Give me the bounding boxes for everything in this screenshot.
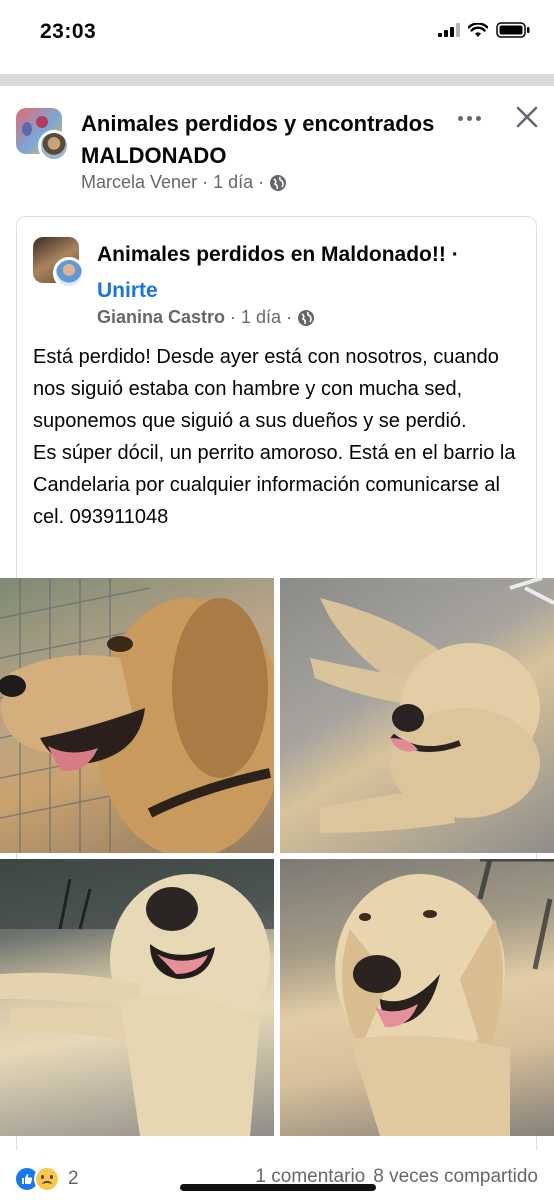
more-button[interactable]	[452, 108, 486, 128]
meta-separator: ·	[230, 307, 237, 327]
join-group-link[interactable]: Unirte	[97, 279, 158, 302]
reactions-summary[interactable]: 2	[14, 1166, 79, 1192]
group-avatar[interactable]	[16, 108, 70, 162]
battery-icon	[496, 22, 530, 38]
post-footer: 2 1 comentario 8 veces compartido	[0, 1150, 554, 1200]
post-body-text: Está perdido! Desde ayer está con nosotr…	[33, 346, 516, 528]
reaction-count: 2	[68, 1168, 79, 1189]
wifi-icon	[468, 22, 488, 37]
home-indicator	[180, 1184, 376, 1191]
group-name[interactable]: Animales perdidos y encontrados MALDONAD…	[81, 108, 441, 172]
dog-photo-1[interactable]	[0, 578, 274, 853]
signal-icon	[438, 23, 460, 37]
post-author[interactable]: Marcela Vener	[81, 172, 197, 193]
meta-separator: ·	[202, 172, 209, 192]
globe-icon	[270, 174, 287, 191]
dog-photo-4[interactable]	[280, 859, 554, 1136]
post-header: Animales perdidos y encontrados MALDONAD…	[0, 96, 554, 206]
meta-separator: ·	[286, 307, 293, 327]
shared-post-meta: Gianina Castro · 1 día ·	[97, 307, 315, 328]
photo-grid	[0, 578, 554, 1136]
top-divider	[0, 74, 554, 86]
meta-separator: ·	[451, 243, 459, 266]
sad-reaction-icon	[34, 1166, 60, 1192]
dog-photo-2[interactable]	[280, 578, 554, 853]
dog-photo-3[interactable]	[0, 859, 274, 1136]
close-icon[interactable]	[514, 104, 540, 130]
share-count-link[interactable]: 8 veces compartido	[373, 1166, 538, 1188]
status-bar: 23:03	[0, 0, 554, 72]
post-time[interactable]: 1 día	[213, 172, 253, 193]
status-icons	[438, 22, 530, 38]
shared-group-name[interactable]: Animales perdidos en Maldonado!!	[97, 243, 446, 266]
meta-separator: ·	[258, 172, 265, 192]
shared-post-time[interactable]: 1 día	[241, 307, 281, 328]
more-icon	[457, 115, 463, 121]
shared-post-title: Animales perdidos en Maldonado!! · Unirt…	[97, 237, 517, 309]
status-time: 23:03	[40, 20, 97, 43]
shared-post-author[interactable]: Gianina Castro	[97, 307, 225, 328]
shared-group-avatar[interactable]	[33, 237, 85, 289]
globe-icon	[298, 309, 315, 326]
post-meta: Marcela Vener · 1 día ·	[81, 172, 287, 193]
